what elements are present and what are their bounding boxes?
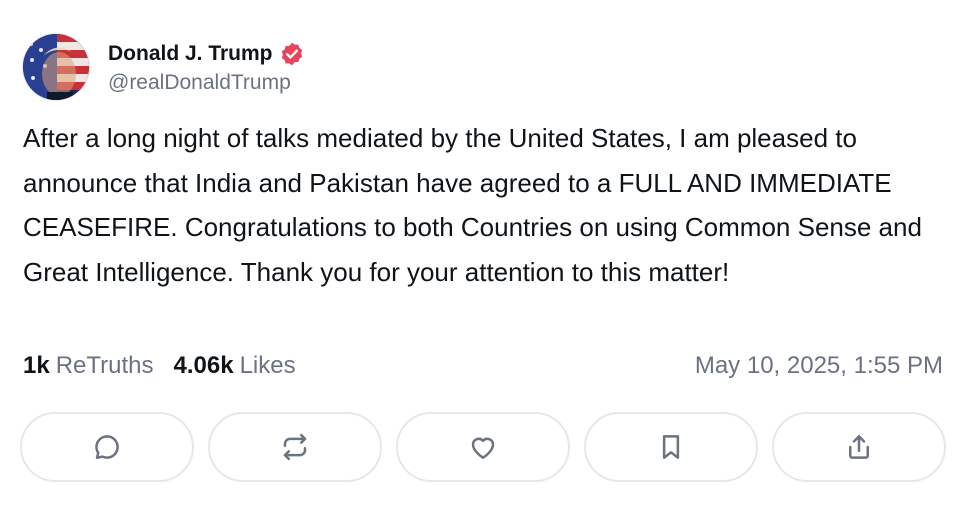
retruths-label: ReTruths (55, 352, 154, 379)
avatar-image (23, 34, 89, 100)
post-stats: 1k ReTruths 4.06k Likes May 10, 2025, 1:55… (23, 352, 943, 380)
post-timestamp[interactable]: May 10, 2025, 1:55 PM (695, 352, 943, 380)
reply-button[interactable] (20, 412, 194, 482)
likes-stat[interactable]: 4.06k Likes (174, 352, 296, 380)
action-bar (20, 412, 946, 482)
post-header: Donald J. Trump @realDonaldTrump (22, 33, 305, 101)
author-info: Donald J. Trump @realDonaldTrump (108, 39, 305, 95)
bookmark-button[interactable] (584, 412, 758, 482)
bookmark-icon (662, 435, 680, 459)
likes-count: 4.06k (173, 352, 234, 379)
author-handle[interactable]: @realDonaldTrump (108, 71, 305, 95)
retruths-stat[interactable]: 1k ReTruths (23, 352, 154, 380)
name-row: Donald J. Trump (108, 39, 305, 69)
retruths-count: 1k (23, 352, 50, 379)
reply-icon (95, 435, 119, 459)
retruth-icon (283, 433, 307, 461)
like-icon (471, 437, 495, 459)
likes-label: Likes (239, 352, 296, 379)
avatar[interactable] (22, 33, 90, 101)
like-button[interactable] (396, 412, 570, 482)
post-card: Donald J. Trump @realDonaldTrump After a… (0, 0, 970, 510)
author-display-name[interactable]: Donald J. Trump (108, 42, 273, 66)
share-button[interactable] (772, 412, 946, 482)
retruth-button[interactable] (208, 412, 382, 482)
verified-badge-icon (279, 41, 305, 67)
post-text: After a long night of talks mediated by … (23, 123, 922, 287)
share-icon (849, 435, 869, 459)
